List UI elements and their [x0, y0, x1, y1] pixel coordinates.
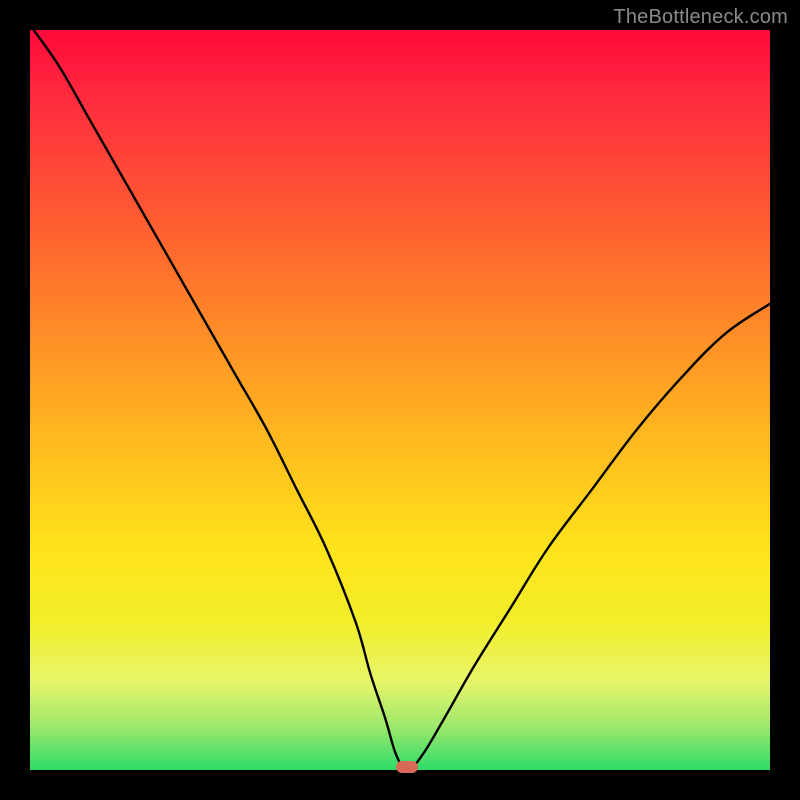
plot-area: [30, 30, 770, 770]
watermark-text: TheBottleneck.com: [613, 6, 788, 29]
chart-frame: TheBottleneck.com: [0, 0, 800, 800]
curve-min-marker: [396, 761, 418, 773]
bottleneck-curve: [30, 30, 770, 770]
